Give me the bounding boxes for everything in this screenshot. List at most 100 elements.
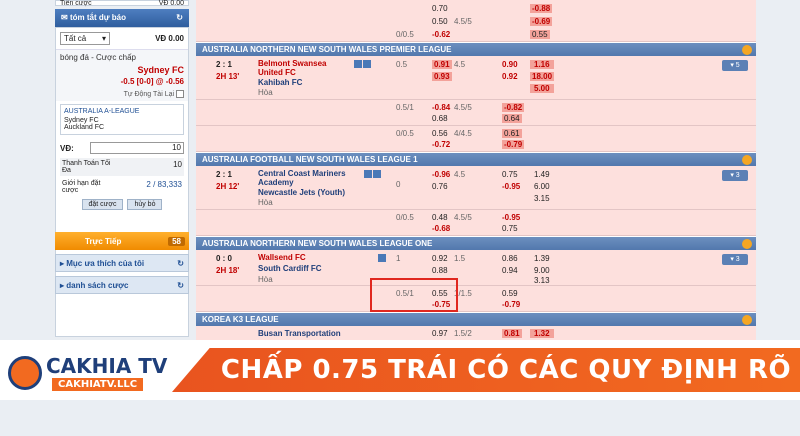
refresh-icon[interactable]: ↻: [177, 277, 184, 293]
stats-icon[interactable]: [354, 60, 362, 68]
league-name: AUSTRALIA NORTHERN NEW SOUTH WALES LEAGU…: [202, 239, 433, 248]
ou-line: 4.5/5: [454, 103, 472, 112]
filter-select[interactable]: Tất cả ▾: [60, 32, 110, 45]
odds-value[interactable]: -0.82: [502, 103, 525, 112]
refresh-icon[interactable]: ↻: [176, 9, 183, 27]
promo-banner: CAKHIA TV CAKHIATV.LLC CHẤP 0.75 TRÁI CÓ…: [0, 340, 800, 400]
more-bets-button[interactable]: ▾ 5: [722, 60, 748, 71]
forecast-header[interactable]: ✉ tóm tắt dự báo ↻: [55, 9, 189, 27]
odds-value[interactable]: 5.00: [530, 84, 554, 93]
league-header[interactable]: AUSTRALIA NORTHERN NEW SOUTH WALES LEAGU…: [196, 236, 756, 250]
ou-line: 4.5/5: [454, 17, 472, 26]
home-team: Belmont Swansea United FC: [258, 59, 327, 77]
odds-value[interactable]: -0.79: [502, 300, 520, 309]
odds-value[interactable]: -0.69: [530, 17, 553, 26]
more-bets-button[interactable]: ▾ 3: [722, 170, 748, 181]
forecast-title: tóm tắt dự báo: [69, 13, 126, 22]
odds-value[interactable]: -0.68: [432, 224, 450, 233]
match-row: Busan Transportation 0.97 1.5/2 0.81 1.3…: [196, 326, 756, 340]
odds-value[interactable]: 0.94: [502, 266, 518, 275]
odds-value[interactable]: 0.88: [432, 266, 448, 275]
odds-value[interactable]: 0.92: [502, 72, 518, 81]
tv-icon[interactable]: [363, 60, 371, 68]
odds-value[interactable]: 0.64: [502, 114, 522, 123]
filter-select-value: Tất cả: [64, 34, 87, 43]
ou-line: 4.5/5: [454, 213, 472, 222]
star-icon[interactable]: [742, 315, 752, 325]
odds-value[interactable]: 0.76: [432, 182, 448, 191]
odds-value[interactable]: 3.15: [534, 194, 550, 203]
odds-value[interactable]: 0.50: [432, 17, 448, 26]
bet-limit-value: 2 / 83,333: [146, 180, 182, 189]
match-row: 2 : 1 2H 13' Belmont Swansea United FC K…: [196, 56, 756, 100]
star-icon[interactable]: [742, 155, 752, 165]
stats-icon[interactable]: [378, 254, 386, 262]
odds-value[interactable]: 0.48: [432, 213, 448, 222]
logo-subtext: CAKHIATV.LLC: [52, 378, 144, 391]
odds-value[interactable]: -0.84: [432, 103, 450, 112]
star-icon[interactable]: [742, 45, 752, 55]
odds-value[interactable]: 0.70: [432, 4, 448, 13]
more-count: 3: [735, 256, 740, 263]
star-icon[interactable]: [742, 239, 752, 249]
live-button[interactable]: Trực Tiếp 58: [55, 232, 189, 250]
odds-value[interactable]: 1.16: [530, 60, 554, 69]
favorites-label: Mục ưa thích của tôi: [66, 259, 145, 268]
more-bets-button[interactable]: ▾ 3: [722, 254, 748, 265]
bet-type: bóng đá - Cược chấp: [60, 53, 136, 62]
odds-value[interactable]: 0.56: [432, 129, 448, 138]
slip-league: AUSTRALIA A-LEAGUE: [64, 108, 140, 115]
football-icon: [8, 356, 42, 390]
match-row: 2 : 1 2H 12' Central Coast Mariners Acad…: [196, 166, 756, 210]
favorites-section[interactable]: ▸ Mục ưa thích của tôi ↻: [55, 254, 189, 272]
cancel-button[interactable]: hủy bỏ: [127, 199, 163, 210]
selected-line: -0.5 [0-0] @: [120, 77, 164, 86]
odds-value[interactable]: 0.75: [502, 170, 518, 179]
odds-value[interactable]: 3.13: [534, 276, 550, 285]
odds-value[interactable]: 0.93: [432, 72, 452, 81]
stake-input[interactable]: 10: [90, 142, 184, 154]
league-header[interactable]: KOREA K3 LEAGUE: [196, 312, 756, 326]
odds-value[interactable]: 1.32: [530, 329, 554, 338]
odds-value[interactable]: -0.62: [432, 30, 450, 39]
odds-value[interactable]: 0.75: [502, 224, 518, 233]
refresh-icon[interactable]: ↻: [177, 255, 184, 271]
bet-list-section[interactable]: ▸ danh sách cược ↻: [55, 276, 189, 294]
odds-value[interactable]: 9.00: [534, 266, 550, 275]
odds-value[interactable]: -0.72: [432, 140, 450, 149]
ou-line: 1.5: [454, 254, 466, 263]
odds-value[interactable]: -0.96: [432, 170, 450, 179]
scrollbar[interactable]: [756, 0, 800, 340]
place-bet-button[interactable]: đặt cược: [81, 199, 124, 210]
top-rows: 0.70 -0.88 0.50 4.5/5 -0.69 0/0.5 -0.62 …: [196, 0, 756, 42]
odds-value[interactable]: 0.61: [502, 129, 522, 138]
odds-value[interactable]: -0.79: [502, 140, 525, 149]
auto-accept-checkbox[interactable]: [176, 90, 184, 98]
away-team: South Cardiff FC: [258, 264, 322, 273]
odds-value[interactable]: 0.97: [432, 329, 448, 338]
odds-value[interactable]: 1.49: [534, 170, 550, 179]
odds-value[interactable]: -0.95: [502, 182, 520, 191]
league-header[interactable]: AUSTRALIA FOOTBALL NEW SOUTH WALES LEAGU…: [196, 152, 756, 166]
away-team: Newcastle Jets (Youth): [258, 188, 345, 197]
odds-value[interactable]: 0.86: [502, 254, 518, 263]
odds-value[interactable]: -0.88: [530, 4, 553, 13]
odds-value[interactable]: 18.00: [530, 72, 555, 81]
odds-value[interactable]: 0.92: [432, 254, 448, 263]
more-count: 3: [735, 172, 740, 179]
odds-value[interactable]: 1.39: [534, 254, 550, 263]
hdp-line: 0: [396, 180, 401, 189]
stats-icon[interactable]: [364, 170, 372, 178]
odds-value[interactable]: 6.00: [534, 182, 550, 191]
odds-value[interactable]: 0.81: [502, 329, 522, 338]
tv-icon[interactable]: [373, 170, 381, 178]
odds-value[interactable]: 0.90: [502, 60, 518, 69]
odds-value[interactable]: 0.59: [502, 289, 518, 298]
league-header[interactable]: AUSTRALIA NORTHERN NEW SOUTH WALES PREMI…: [196, 42, 756, 56]
odds-value[interactable]: 0.68: [432, 114, 448, 123]
odds-value[interactable]: 0.91: [432, 60, 452, 69]
bet-slip-panel: Tiền cược VĐ 0.00 ✉ tóm tắt dự báo ↻ Tất…: [0, 0, 200, 340]
bell-icon: ✉: [61, 13, 70, 22]
odds-value[interactable]: 0.55: [530, 30, 550, 39]
odds-value[interactable]: -0.95: [502, 213, 520, 222]
